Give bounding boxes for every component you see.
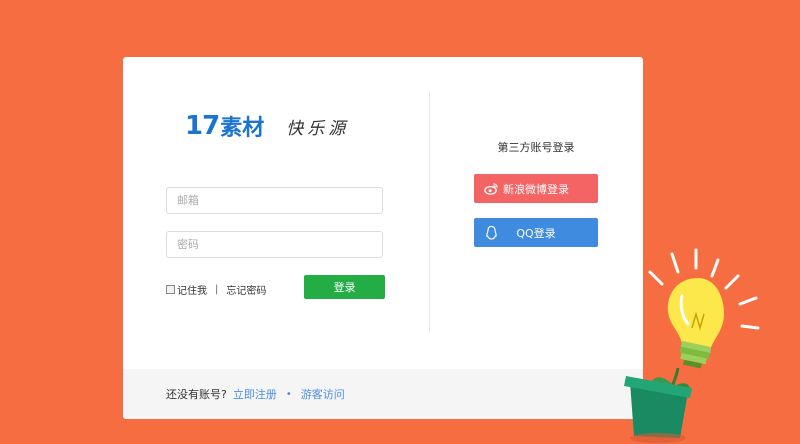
logo-slogan: 快乐源 xyxy=(286,118,350,139)
password-input[interactable] xyxy=(166,231,383,258)
logo: 17 素材 快乐源 xyxy=(185,110,349,142)
guest-visit-link[interactable]: 游客访问 xyxy=(301,386,345,402)
lightbulb-plant-icon xyxy=(624,248,760,443)
login-button[interactable]: 登录 xyxy=(304,275,385,299)
separator: | xyxy=(215,284,219,295)
weibo-login-label: 新浪微博登录 xyxy=(503,182,569,196)
no-account-text: 还没有账号? xyxy=(166,388,227,401)
qq-login-button[interactable]: QQ登录 xyxy=(474,218,598,247)
forgot-password-link[interactable]: 忘记密码 xyxy=(226,282,266,297)
third-party-title: 第三方账号登录 xyxy=(497,141,575,154)
footer-bar: 还没有账号? 立即注册 • 游客访问 xyxy=(123,369,643,419)
weibo-icon xyxy=(484,183,498,195)
vertical-divider xyxy=(429,92,430,332)
register-link[interactable]: 立即注册 xyxy=(233,386,277,402)
footer-dot: • xyxy=(285,388,292,400)
remember-checkbox[interactable] xyxy=(166,285,175,294)
remember-row: 记住我 | 忘记密码 xyxy=(166,282,266,297)
weibo-login-button[interactable]: 新浪微博登录 xyxy=(474,174,598,203)
qq-login-label: QQ登录 xyxy=(516,226,556,240)
remember-label[interactable]: 记住我 xyxy=(177,282,207,297)
email-input[interactable] xyxy=(166,187,383,214)
login-card: 17 素材 快乐源 记住我 | 忘记密码 登录 第三方账号登录 新浪微博登录 Q… xyxy=(123,57,643,419)
logo-brand: 素材 xyxy=(220,116,265,141)
qq-penguin-icon xyxy=(486,225,497,240)
logo-number: 17 xyxy=(185,111,220,141)
